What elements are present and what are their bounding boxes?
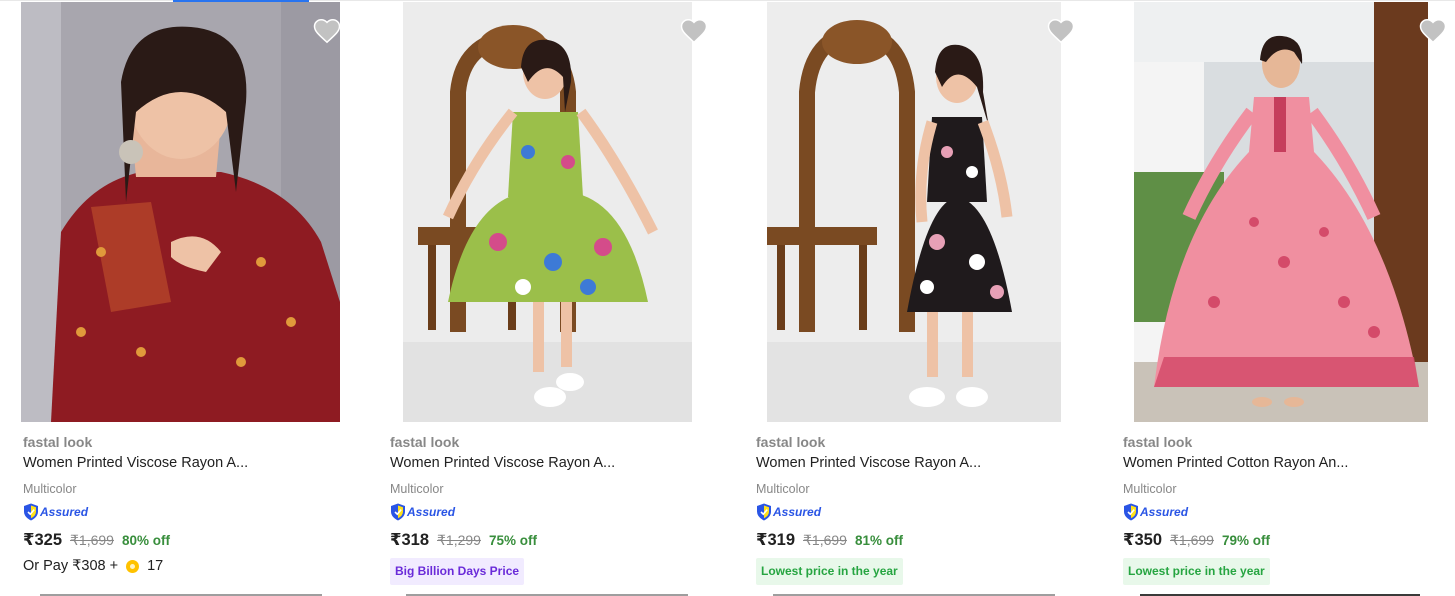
supercoin-offer-text: Or Pay ₹308 + — [23, 558, 119, 574]
shield-icon — [1124, 503, 1138, 521]
product-color: Multicolor — [23, 482, 77, 496]
assured-badge: Assured — [1123, 503, 1188, 521]
product-brand: fastal look — [23, 434, 93, 450]
discount-percent: 75% off — [488, 533, 537, 548]
supercoin-offer: Or Pay ₹308 + 17 — [23, 558, 163, 574]
lowest-price-tag: Lowest price in the year — [756, 558, 903, 585]
assured-badge: Assured — [390, 503, 455, 521]
assured-badge: Assured — [23, 503, 88, 521]
price-row: ₹325 ₹1,699 80% off — [23, 530, 170, 550]
lowest-price-tag: Lowest price in the year — [1123, 558, 1270, 585]
product-card[interactable]: fastal look Women Printed Cotton Rayon A… — [1100, 0, 1455, 596]
product-brand: fastal look — [390, 434, 460, 450]
product-color: Multicolor — [390, 482, 444, 496]
product-card[interactable]: fastal look Women Printed Viscose Rayon … — [0, 0, 366, 596]
product-brand: fastal look — [756, 434, 826, 450]
shield-icon — [391, 503, 405, 521]
product-color: Multicolor — [756, 482, 810, 496]
wishlist-heart-icon[interactable] — [1046, 16, 1076, 46]
price-row: ₹319 ₹1,699 81% off — [756, 530, 903, 550]
price-row: ₹350 ₹1,699 79% off — [1123, 530, 1270, 550]
original-price: ₹1,699 — [803, 532, 847, 548]
supercoin-count: 17 — [147, 558, 164, 574]
product-card[interactable]: fastal look Women Printed Viscose Rayon … — [733, 0, 1100, 596]
big-billion-days-tag: Big Billion Days Price — [390, 558, 525, 585]
product-image[interactable] — [1134, 2, 1428, 422]
original-price: ₹1,699 — [70, 532, 114, 548]
original-price: ₹1,299 — [437, 532, 481, 548]
product-image[interactable] — [767, 2, 1061, 422]
shield-icon — [757, 503, 771, 521]
wishlist-heart-icon[interactable] — [312, 16, 342, 46]
product-title[interactable]: Women Printed Viscose Rayon A... — [756, 455, 981, 471]
product-brand: fastal look — [1123, 434, 1193, 450]
assured-label: Assured — [40, 505, 89, 519]
discount-percent: 80% off — [121, 533, 170, 548]
selling-price: ₹318 — [390, 531, 430, 549]
product-image[interactable] — [403, 2, 692, 422]
selling-price: ₹350 — [1123, 531, 1163, 549]
wishlist-heart-icon[interactable] — [1418, 16, 1448, 46]
assured-label: Assured — [773, 505, 822, 519]
product-title[interactable]: Women Printed Cotton Rayon An... — [1123, 455, 1348, 471]
product-color: Multicolor — [1123, 482, 1177, 496]
assured-badge: Assured — [756, 503, 821, 521]
discount-percent: 79% off — [1221, 533, 1270, 548]
product-grid: fastal look Women Printed Viscose Rayon … — [0, 0, 1455, 596]
selling-price: ₹319 — [756, 531, 796, 549]
product-image[interactable] — [21, 2, 340, 422]
product-card[interactable]: fastal look Women Printed Viscose Rayon … — [366, 0, 733, 596]
supercoin-icon — [126, 559, 140, 573]
shield-icon — [24, 503, 38, 521]
product-title[interactable]: Women Printed Viscose Rayon A... — [390, 455, 615, 471]
selling-price: ₹325 — [23, 531, 63, 549]
assured-label: Assured — [407, 505, 456, 519]
assured-label: Assured — [1140, 505, 1189, 519]
price-row: ₹318 ₹1,299 75% off — [390, 530, 537, 550]
original-price: ₹1,699 — [1170, 532, 1214, 548]
product-title[interactable]: Women Printed Viscose Rayon A... — [23, 455, 248, 471]
discount-percent: 81% off — [854, 533, 903, 548]
wishlist-heart-icon[interactable] — [679, 16, 709, 46]
